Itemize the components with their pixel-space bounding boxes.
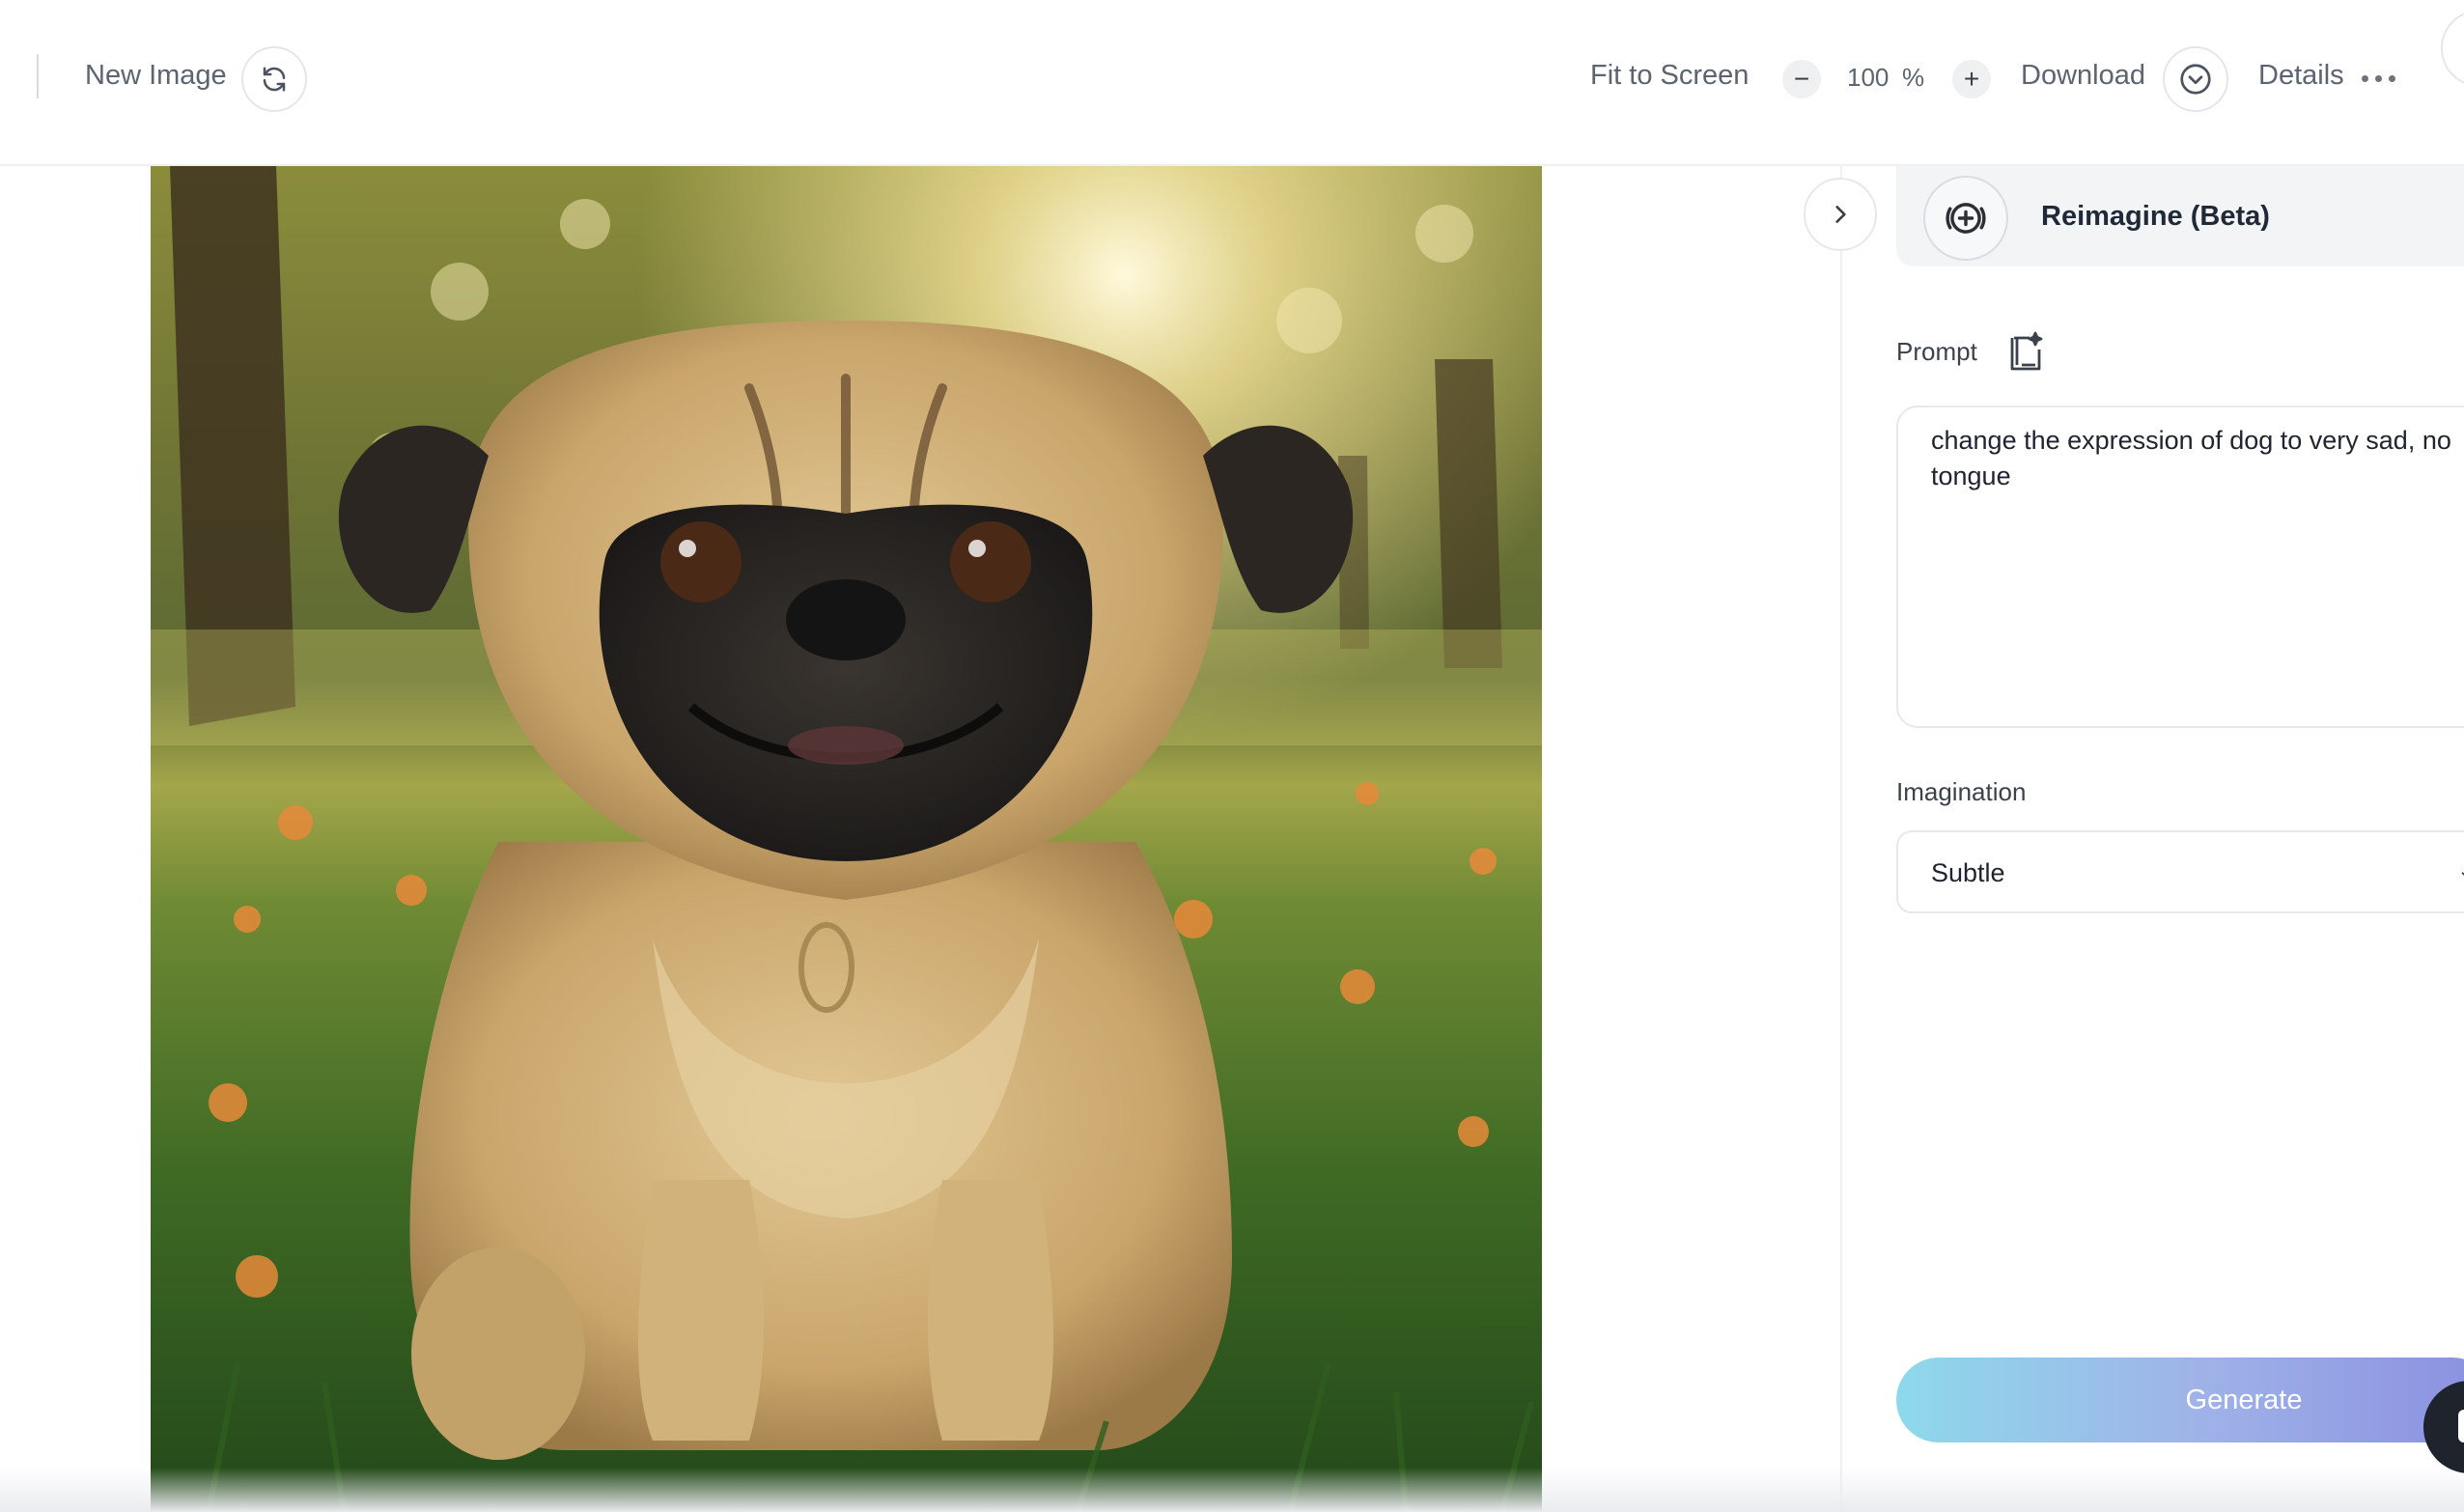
fit-to-screen-button[interactable]: Fit to Screen [1590,58,1749,93]
generate-label: Generate [2185,1385,2303,1415]
edit-panel: Reimagine (Beta) Prompt change the expre… [1840,166,2464,1512]
mode-selector[interactable]: Reimagine (Beta) [1896,166,2464,266]
generate-button[interactable]: Generate [1896,1358,2464,1442]
image-canvas [0,166,1840,1512]
toolbar-divider [37,54,39,98]
download-options-button[interactable] [2163,46,2228,112]
mode-title: Reimagine (Beta) [2041,201,2270,232]
prompt-label: Prompt [1896,337,1977,366]
collapse-panel-button[interactable] [1804,178,1877,251]
imagination-select[interactable]: Subtle [1896,830,2464,913]
new-image-button[interactable] [241,46,307,112]
zoom-unit: % [1902,63,1925,92]
chat-icon [2458,1410,2464,1442]
imagination-label: Imagination [1896,777,2027,806]
account-button[interactable] [2441,10,2464,87]
download-button[interactable]: Download [2021,58,2145,93]
zoom-in-button[interactable]: + [1952,60,1991,98]
prompt-textarea[interactable]: change the expression of dog to very sad… [1896,406,2464,728]
details-button[interactable]: Details [2258,58,2344,93]
add-circle-icon [1923,176,2008,261]
top-toolbar: New Image Fit to Screen − 100 % + Downlo… [0,0,2464,166]
sparkle-document-icon[interactable] [2006,330,2045,373]
more-horizontal-icon[interactable] [2362,75,2395,82]
prompt-text: change the expression of dog to very sad… [1931,426,2451,490]
pug-photo [151,166,1542,1512]
chevron-right-icon [1835,206,1846,223]
refresh-icon [263,67,286,92]
zoom-value: 100 [1847,63,1890,92]
zoom-out-button[interactable]: − [1782,60,1821,98]
chevron-down-circle-icon [2180,64,2211,95]
new-image-label[interactable]: New Image [85,58,227,93]
imagination-value: Subtle [1931,858,2005,887]
chevron-down-icon [2461,872,2464,876]
